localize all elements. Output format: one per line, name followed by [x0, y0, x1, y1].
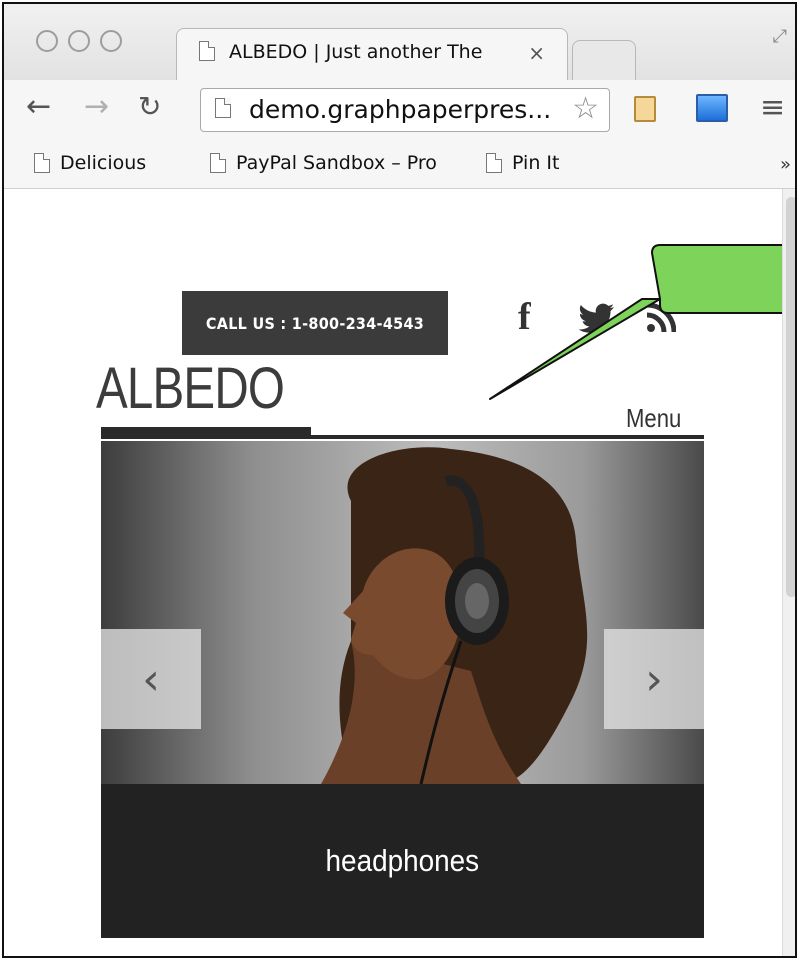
bookmarks-bar: Delicious PayPal Sandbox – Pro Pin It »: [4, 142, 795, 189]
page-icon: [199, 41, 215, 61]
call-us-banner: CALL US : 1-800-234-4543: [182, 291, 448, 355]
page-icon: [210, 153, 226, 173]
bookmark-star-icon[interactable]: ☆: [572, 91, 599, 126]
page-content: CALL US : 1-800-234-4543 f ALBEDO Menu ‹…: [4, 189, 795, 956]
new-tab-button[interactable]: [572, 40, 636, 80]
slide-caption-text: headphones: [325, 843, 480, 878]
bookmark-label: PayPal Sandbox – Pro: [236, 152, 437, 174]
image-slider: ‹ ›: [101, 441, 704, 784]
browser-toolbar: ← → ↻ demo.graphpaperpres... ☆ ≡: [4, 80, 795, 143]
forward-arrow-icon[interactable]: →: [84, 90, 109, 124]
scrollbar-thumb[interactable]: [786, 197, 795, 597]
address-bar[interactable]: demo.graphpaperpres... ☆: [200, 88, 610, 132]
header-divider: [101, 435, 704, 439]
browser-tab[interactable]: ALBEDO | Just another The ×: [176, 28, 568, 80]
window-controls: [36, 30, 122, 52]
close-window-button[interactable]: [36, 30, 58, 52]
slider-next-button[interactable]: ›: [604, 629, 704, 729]
slide-caption: headphones: [101, 784, 704, 938]
zoom-window-button[interactable]: [100, 30, 122, 52]
bookmark-delicious[interactable]: Delicious: [34, 152, 146, 174]
page-icon: [486, 153, 502, 173]
bookmark-label: Delicious: [60, 152, 147, 174]
bookmark-label: Pin It: [512, 152, 560, 174]
slide-image: [321, 447, 588, 784]
tab-strip: ALBEDO | Just another The × ⤢: [4, 4, 795, 81]
tab-title: ALBEDO | Just another The: [229, 41, 483, 63]
slider-prev-button[interactable]: ‹: [101, 629, 201, 729]
hamburger-menu-icon[interactable]: ≡: [760, 90, 785, 125]
browser-window: ALBEDO | Just another The × ⤢ ← → ↻ demo…: [2, 2, 797, 958]
screenshot-extension-icon[interactable]: [696, 94, 728, 122]
bookmarks-overflow-button[interactable]: »: [780, 154, 791, 175]
notes-extension-icon[interactable]: [634, 96, 656, 122]
bookmark-pin-it[interactable]: Pin It: [486, 152, 559, 174]
bookmark-paypal-sandbox[interactable]: PayPal Sandbox – Pro: [210, 152, 462, 174]
fullscreen-icon[interactable]: ⤢: [773, 26, 787, 47]
callout-annotation: [489, 244, 795, 400]
page-icon: [34, 153, 50, 173]
minimize-window-button[interactable]: [68, 30, 90, 52]
site-logo[interactable]: ALBEDO: [96, 355, 285, 422]
scrollbar[interactable]: [782, 189, 795, 956]
reload-icon[interactable]: ↻: [138, 90, 161, 124]
address-url[interactable]: demo.graphpaperpres...: [249, 95, 559, 124]
tab-close-icon[interactable]: ×: [528, 41, 545, 65]
back-arrow-icon[interactable]: ←: [26, 90, 51, 124]
page-icon: [215, 98, 231, 118]
